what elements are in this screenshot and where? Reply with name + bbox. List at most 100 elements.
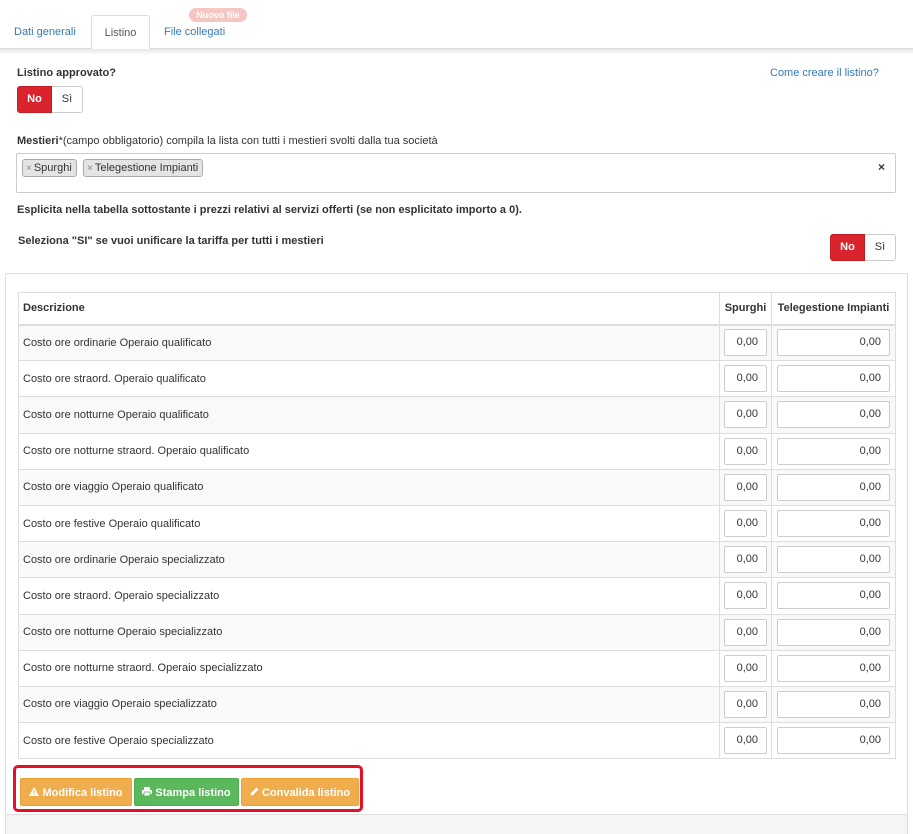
cell-spurghi: 0,00 bbox=[719, 468, 772, 506]
cell-spurghi: 0,00 bbox=[719, 613, 772, 651]
cell-telegestione: 0,00 bbox=[771, 649, 896, 687]
cell-spurghi: 0,00 bbox=[719, 323, 772, 362]
header-telegestione: Telegestione Impianti bbox=[771, 292, 896, 326]
spurghi-price-input[interactable]: 0,00 bbox=[724, 329, 767, 357]
telegestione-price-input[interactable]: 0,00 bbox=[777, 582, 890, 610]
row-description: Costo ore ordinarie Operaio specializzat… bbox=[18, 541, 720, 579]
header-spurghi: Spurghi bbox=[719, 292, 772, 326]
tag-telegestione-impianti: × Telegestione Impianti bbox=[83, 159, 204, 177]
spurghi-price-input[interactable]: 0,00 bbox=[724, 365, 767, 393]
telegestione-price-input[interactable]: 0,00 bbox=[777, 727, 890, 755]
remove-tag-icon[interactable]: × bbox=[87, 163, 93, 174]
tag-spurghi: × Spurghi bbox=[22, 159, 77, 177]
cell-spurghi: 0,00 bbox=[719, 649, 772, 687]
cell-spurghi: 0,00 bbox=[719, 432, 772, 470]
telegestione-price-input[interactable]: 0,00 bbox=[777, 546, 890, 574]
action-buttons-highlight: Modifica listino Stampa listino Convalid… bbox=[13, 765, 363, 812]
telegestione-price-input[interactable]: 0,00 bbox=[777, 473, 890, 501]
tab-dati-generali[interactable]: Dati generali bbox=[1, 15, 89, 49]
spurghi-price-input[interactable]: 0,00 bbox=[724, 401, 767, 429]
mestieri-select[interactable]: × Spurghi × Telegestione Impianti × bbox=[16, 153, 896, 193]
table-row: Costo ore viaggio Operaio specializzato 0… bbox=[18, 685, 896, 724]
stampa-listino-button[interactable]: Stampa listino bbox=[134, 778, 239, 806]
cell-spurghi: 0,00 bbox=[719, 504, 772, 543]
clear-all-icon[interactable]: × bbox=[878, 160, 885, 174]
telegestione-price-input[interactable]: 0,00 bbox=[777, 618, 890, 646]
row-description: Costo ore notturne straord. Operaio qual… bbox=[18, 432, 720, 470]
spurghi-price-input[interactable]: 0,00 bbox=[724, 510, 767, 538]
unifica-no-button[interactable]: No bbox=[830, 234, 865, 261]
table-row: Costo ore festive Operaio qualificato 0,0… bbox=[18, 504, 896, 543]
cell-spurghi: 0,00 bbox=[719, 577, 772, 615]
listino-approvato-toggle: No Sì bbox=[17, 86, 83, 113]
telegestione-price-input[interactable]: 0,00 bbox=[777, 401, 890, 429]
telegestione-price-input[interactable]: 0,00 bbox=[777, 690, 890, 718]
cell-spurghi: 0,00 bbox=[719, 360, 772, 398]
spurghi-price-input[interactable]: 0,00 bbox=[724, 437, 767, 465]
spurghi-price-input[interactable]: 0,00 bbox=[724, 654, 767, 682]
cell-telegestione: 0,00 bbox=[771, 323, 896, 362]
telegestione-price-input[interactable]: 0,00 bbox=[777, 329, 890, 357]
row-description: Costo ore notturne straord. Operaio spec… bbox=[18, 649, 720, 687]
telegestione-price-input[interactable]: 0,00 bbox=[777, 437, 890, 465]
table-row: Costo ore viaggio Operaio qualificato 0,0… bbox=[18, 468, 896, 506]
table-row: Costo ore notturne Operaio specializzato… bbox=[18, 613, 896, 651]
tag-label: Telegestione Impianti bbox=[94, 162, 199, 174]
convalida-label: Convalida listino bbox=[261, 787, 350, 799]
row-description: Costo ore viaggio Operaio specializzato bbox=[18, 685, 720, 724]
panel-footer bbox=[5, 815, 908, 834]
row-description: Costo ore festive Operaio specializzato bbox=[18, 722, 720, 760]
row-description: Costo ore notturne Operaio specializzato bbox=[18, 613, 720, 651]
help-link[interactable]: Come creare il listino? bbox=[770, 67, 879, 79]
cell-telegestione: 0,00 bbox=[771, 613, 896, 651]
cell-telegestione: 0,00 bbox=[771, 685, 896, 724]
tab-listino[interactable]: Listino bbox=[91, 15, 150, 50]
tab-bar: Dati generali Listino File collegati bbox=[0, 0, 913, 50]
cell-telegestione: 0,00 bbox=[771, 396, 896, 434]
table-row: Costo ore straord. Operaio qualificato 0,… bbox=[18, 360, 896, 398]
spurghi-price-input[interactable]: 0,00 bbox=[724, 727, 767, 755]
spurghi-price-input[interactable]: 0,00 bbox=[724, 618, 767, 646]
cell-telegestione: 0,00 bbox=[771, 504, 896, 543]
cell-telegestione: 0,00 bbox=[771, 432, 896, 470]
listino-approvato-no-button[interactable]: No bbox=[17, 86, 52, 113]
table-row: Costo ore festive Operaio specializzato 0… bbox=[18, 722, 896, 760]
table-row: Costo ore notturne straord. Operaio spec… bbox=[18, 649, 896, 687]
listino-approvato-si-button[interactable]: Sì bbox=[52, 86, 83, 113]
modifica-label: Modifica listino bbox=[42, 787, 123, 799]
table-row: Costo ore notturne straord. Operaio qual… bbox=[18, 432, 896, 470]
spurghi-price-input[interactable]: 0,00 bbox=[724, 473, 767, 501]
telegestione-price-input[interactable]: 0,00 bbox=[777, 654, 890, 682]
cell-spurghi: 0,00 bbox=[719, 396, 772, 434]
unifica-toggle: No Sì bbox=[830, 234, 896, 261]
row-description: Costo ore notturne Operaio qualificato bbox=[18, 396, 720, 434]
row-description: Costo ore festive Operaio qualificato bbox=[18, 504, 720, 543]
cell-telegestione: 0,00 bbox=[771, 468, 896, 506]
convalida-listino-button[interactable]: Convalida listino bbox=[241, 778, 359, 806]
cell-spurghi: 0,00 bbox=[719, 541, 772, 579]
remove-tag-icon[interactable]: × bbox=[26, 163, 32, 174]
table-row: Costo ore ordinarie Operaio specializzat… bbox=[18, 541, 896, 579]
spurghi-price-input[interactable]: 0,00 bbox=[724, 582, 767, 610]
unifica-si-button[interactable]: Sì bbox=[865, 234, 896, 261]
pencil-icon bbox=[250, 780, 259, 808]
table-row: Costo ore straord. Operaio specializzato… bbox=[18, 577, 896, 615]
tag-label: Spurghi bbox=[33, 162, 72, 174]
header-descrizione: Descrizione bbox=[18, 292, 720, 326]
spurghi-price-input[interactable]: 0,00 bbox=[724, 690, 767, 718]
telegestione-price-input[interactable]: 0,00 bbox=[777, 365, 890, 393]
modifica-listino-button[interactable]: Modifica listino bbox=[20, 778, 132, 806]
tab-shadow bbox=[0, 49, 913, 55]
spurghi-price-input[interactable]: 0,00 bbox=[724, 546, 767, 574]
cell-telegestione: 0,00 bbox=[771, 577, 896, 615]
mestieri-label: Mestieri*(campo obbligatorio) compila la… bbox=[17, 135, 438, 147]
row-description: Costo ore straord. Operaio specializzato bbox=[18, 577, 720, 615]
cell-spurghi: 0,00 bbox=[719, 685, 772, 724]
mestieri-label-hint: *(campo obbligatorio) compila la lista c… bbox=[58, 135, 438, 147]
table-row: Costo ore ordinarie Operaio qualificato 0… bbox=[18, 323, 896, 362]
new-file-badge: Nuovo file bbox=[189, 8, 247, 22]
table-header-row: Descrizione Spurghi Telegestione Impiant… bbox=[18, 292, 896, 326]
listino-approvato-label: Listino approvato? bbox=[17, 67, 116, 79]
telegestione-price-input[interactable]: 0,00 bbox=[777, 510, 890, 538]
prezzi-table: Descrizione Spurghi Telegestione Impiant… bbox=[18, 292, 896, 760]
